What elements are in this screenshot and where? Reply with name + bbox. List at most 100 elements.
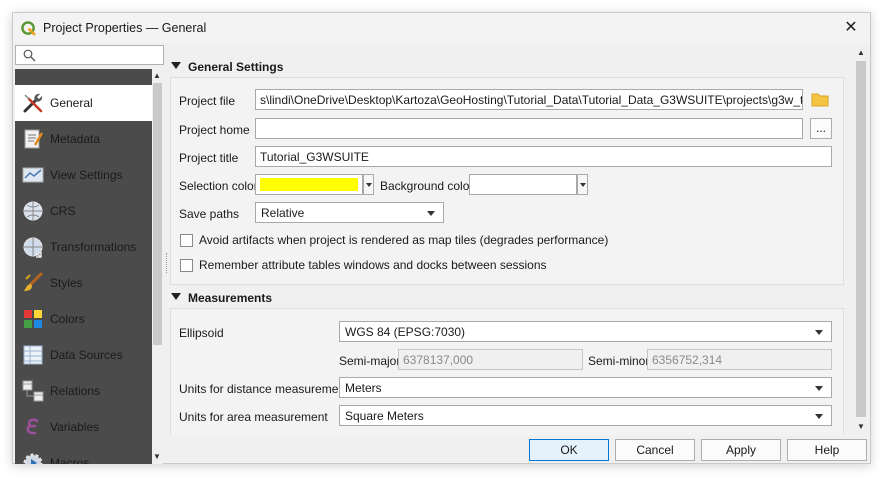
avoid-artifacts-checkbox[interactable] <box>180 234 193 247</box>
view-settings-icon <box>22 167 44 183</box>
area-units-value: Square Meters <box>345 409 424 423</box>
collapse-triangle-icon[interactable] <box>171 62 181 69</box>
sidebar-item-metadata[interactable]: Metadata <box>15 121 152 157</box>
globe-icon <box>23 201 43 221</box>
metadata-icon <box>24 129 44 149</box>
sidebar-item-label: Transformations <box>50 240 137 254</box>
sidebar-item-label: Variables <box>50 420 100 434</box>
sidebar-item-label: Metadata <box>50 132 101 146</box>
scroll-up-icon[interactable]: ▲ <box>857 48 865 57</box>
background-color-label: Background color <box>380 179 474 193</box>
sidebar-item-label: Macros <box>50 456 90 464</box>
sidebar-item-crs[interactable]: CRS <box>15 193 152 229</box>
variables-icon <box>26 418 39 435</box>
semi-minor-field: 6356752,314 <box>647 349 832 370</box>
project-title-field[interactable]: Tutorial_G3WSUITE <box>255 146 832 167</box>
project-properties-dialog: Project Properties — General ✕ General M… <box>12 12 871 464</box>
globe-transform-icon <box>23 237 43 258</box>
background-color-dropdown[interactable] <box>577 174 588 195</box>
sidebar-item-transformations[interactable]: Transformations <box>15 229 152 265</box>
sidebar-scroll-thumb[interactable] <box>153 83 162 345</box>
selection-color-label: Selection color <box>179 179 258 193</box>
sidebar-item-colors[interactable]: Colors <box>15 301 152 337</box>
collapse-triangle-icon[interactable] <box>171 293 181 300</box>
sidebar-item-label: Colors <box>50 312 85 326</box>
wrench-screwdriver-icon <box>23 93 43 113</box>
save-paths-label: Save paths <box>179 207 240 221</box>
sidebar-item-label: Data Sources <box>50 348 123 362</box>
avoid-artifacts-label: Avoid artifacts when project is rendered… <box>199 233 609 247</box>
sidebar-item-label: General <box>50 96 93 110</box>
folder-icon[interactable] <box>811 92 829 107</box>
main-scroll-thumb[interactable] <box>856 61 866 417</box>
browse-button[interactable]: ... <box>810 118 832 139</box>
measurements-header[interactable]: Measurements <box>168 288 854 308</box>
title-bar: Project Properties — General ✕ <box>13 13 870 43</box>
remember-tables-checkbox[interactable] <box>180 259 193 272</box>
ok-button[interactable]: OK <box>529 439 609 461</box>
area-units-label: Units for area measurement <box>179 410 328 424</box>
help-button[interactable]: Help <box>787 439 867 461</box>
background-color-swatch <box>474 178 572 191</box>
selection-color-swatch <box>260 178 358 191</box>
scroll-down-icon[interactable]: ▼ <box>857 422 865 431</box>
measurements-group: Ellipsoid WGS 84 (EPSG:7030) Semi-major … <box>170 308 844 435</box>
sidebar-item-general[interactable]: General <box>15 85 152 121</box>
chevron-down-icon <box>815 414 823 419</box>
qgis-logo-icon <box>21 21 36 36</box>
sidebar-item-macros[interactable]: Macros <box>15 445 152 464</box>
distance-units-select[interactable]: Meters <box>339 377 832 398</box>
apply-button[interactable]: Apply <box>701 439 781 461</box>
main-panel: General Settings Project file s\lindi\On… <box>168 45 854 435</box>
data-sources-icon <box>23 345 43 365</box>
sidebar-item-variables[interactable]: Variables <box>15 409 152 445</box>
general-settings-header[interactable]: General Settings <box>168 57 854 77</box>
sidebar: General Metadata View Settings CRS Trans… <box>15 69 163 464</box>
window-title: Project Properties — General <box>43 21 207 35</box>
distance-units-value: Meters <box>345 381 382 395</box>
sidebar-item-label: Styles <box>50 276 83 290</box>
remember-tables-label: Remember attribute tables windows and do… <box>199 258 547 272</box>
save-paths-select[interactable]: Relative <box>255 202 444 223</box>
sidebar-item-label: View Settings <box>50 168 123 182</box>
main-scrollbar[interactable]: ▲ ▼ <box>854 45 868 435</box>
background-color-button[interactable] <box>469 174 577 195</box>
cancel-button[interactable]: Cancel <box>615 439 695 461</box>
sidebar-item-view-settings[interactable]: View Settings <box>15 157 152 193</box>
sidebar-scrollbar[interactable]: ▲ ▼ <box>152 69 163 464</box>
chevron-down-icon <box>815 386 823 391</box>
project-title-label: Project title <box>179 151 239 165</box>
selection-color-button[interactable] <box>255 174 363 195</box>
general-settings-group: Project file s\lindi\OneDrive\Desktop\Ka… <box>170 77 844 285</box>
colors-icon <box>24 310 42 328</box>
ellipsoid-select[interactable]: WGS 84 (EPSG:7030) <box>339 321 832 342</box>
sidebar-item-label: CRS <box>50 204 76 218</box>
sidebar-item-styles[interactable]: Styles <box>15 265 152 301</box>
project-file-field[interactable]: s\lindi\OneDrive\Desktop\Kartoza\GeoHost… <box>255 89 803 110</box>
semi-major-field: 6378137,000 <box>398 349 583 370</box>
sidebar-item-label: Relations <box>50 384 101 398</box>
semi-minor-label: Semi-minor <box>588 354 650 368</box>
search-icon <box>23 49 36 62</box>
project-home-label: Project home <box>179 123 250 137</box>
ellipsoid-value: WGS 84 (EPSG:7030) <box>345 325 466 339</box>
ellipsoid-label: Ellipsoid <box>179 326 224 340</box>
search-input[interactable] <box>15 45 164 65</box>
semi-major-label: Semi-major <box>339 354 401 368</box>
scroll-up-icon[interactable]: ▲ <box>153 71 161 80</box>
save-paths-value: Relative <box>261 206 305 220</box>
paintbrush-icon <box>24 272 43 291</box>
relations-icon <box>22 380 44 402</box>
sidebar-item-data-sources[interactable]: Data Sources <box>15 337 152 373</box>
distance-units-label: Units for distance measurement <box>179 382 349 396</box>
chevron-down-icon <box>427 211 435 216</box>
area-units-select[interactable]: Square Meters <box>339 405 832 426</box>
scroll-down-icon[interactable]: ▼ <box>153 452 161 461</box>
sidebar-item-relations[interactable]: Relations <box>15 373 152 409</box>
close-button[interactable]: ✕ <box>840 17 862 39</box>
macros-icon <box>23 453 43 464</box>
selection-color-dropdown[interactable] <box>363 174 374 195</box>
project-file-label: Project file <box>179 94 236 108</box>
chevron-down-icon <box>815 330 823 335</box>
project-home-field[interactable] <box>255 118 803 139</box>
